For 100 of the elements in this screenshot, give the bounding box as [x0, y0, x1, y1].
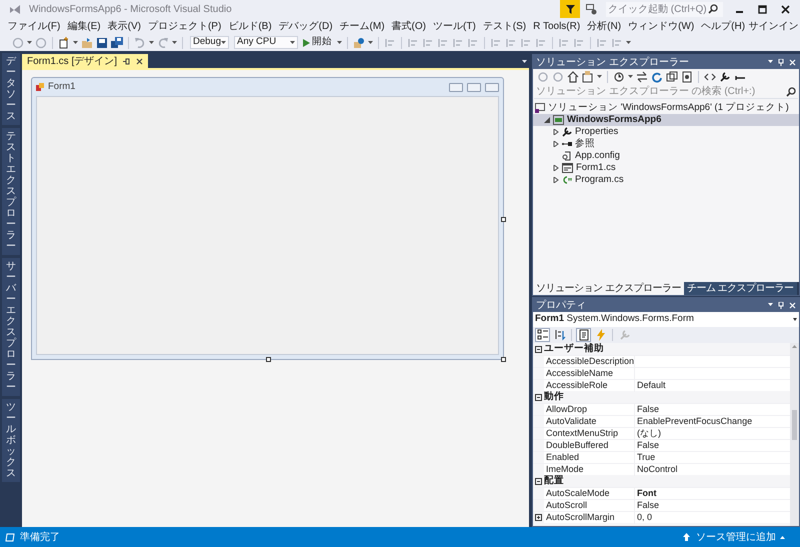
caret-icon[interactable]	[172, 40, 177, 44]
home-icon[interactable]	[567, 71, 579, 83]
collapsed-icon[interactable]	[553, 177, 559, 183]
menu-item[interactable]: 表示(V)	[104, 18, 144, 34]
show-files-icon[interactable]	[681, 71, 693, 83]
tree-item[interactable]: WindowsFormsApp6	[533, 114, 799, 126]
caret-icon[interactable]	[27, 40, 32, 44]
save-icon[interactable]	[96, 36, 108, 48]
feedback-icon[interactable]	[586, 4, 597, 14]
menu-item[interactable]: 分析(N)	[584, 18, 625, 34]
expanded-icon[interactable]	[544, 117, 550, 123]
tree-item[interactable]: 参照	[533, 138, 799, 150]
sign-in-link[interactable]: サインイン	[748, 18, 799, 34]
close-icon[interactable]	[136, 58, 144, 64]
caret-icon[interactable]	[290, 40, 295, 44]
dropdown-icon[interactable]	[522, 60, 527, 64]
side-tab[interactable]: サーバーエクスプローラー	[2, 258, 20, 396]
menu-item[interactable]: ウィンドウ(W)	[624, 18, 698, 34]
categorized-button[interactable]	[535, 328, 550, 342]
collapse-box-icon[interactable]	[535, 478, 542, 484]
object-selector[interactable]: Form1 System.Windows.Forms.Form	[533, 312, 799, 327]
menu-item[interactable]: 書式(O)	[388, 18, 430, 34]
collapsed-icon[interactable]	[553, 129, 559, 135]
platform-dropdown[interactable]: Any CPU	[234, 36, 298, 49]
property-row[interactable]: DoubleBuffered False	[533, 439, 790, 451]
side-tab[interactable]: データソース	[2, 53, 20, 125]
source-control-button[interactable]: ソース管理に追加	[696, 530, 776, 544]
side-tab[interactable]: テストエクスプローラー	[2, 128, 20, 255]
menu-item[interactable]: デバッグ(D)	[275, 18, 336, 34]
scroll-thumb[interactable]	[792, 410, 797, 440]
history-icon[interactable]	[613, 71, 625, 83]
collapse-box-icon[interactable]	[535, 394, 542, 400]
menu-item[interactable]: ファイル(F)	[4, 18, 64, 34]
caret-icon[interactable]	[628, 75, 633, 79]
properties-button[interactable]	[576, 328, 591, 342]
search-field[interactable]: ソリューション エクスプローラー の検索 (Ctrl+:)	[534, 85, 798, 99]
collapse-icon[interactable]	[666, 71, 678, 83]
switch-view-icon[interactable]	[582, 71, 594, 83]
tree-item[interactable]: App.config	[533, 150, 799, 162]
resize-handle[interactable]	[266, 357, 271, 362]
property-row[interactable]: AutoScroll False	[533, 499, 790, 511]
wrench-icon[interactable]	[719, 71, 731, 83]
property-row[interactable]: AccessibleName	[533, 367, 790, 379]
panel-tab[interactable]: ソリューション エクスプローラー	[533, 282, 684, 295]
refresh-icon[interactable]	[651, 71, 663, 83]
caret-icon[interactable]	[368, 40, 373, 44]
save-all-icon[interactable]	[111, 36, 123, 48]
quick-launch-field[interactable]: クイック起動 (Ctrl+Q)	[606, 2, 723, 16]
caret-icon[interactable]	[221, 40, 226, 44]
dropdown-icon[interactable]	[768, 60, 773, 64]
menu-item[interactable]: チーム(M)	[336, 18, 388, 34]
tree-item[interactable]: Form1.cs	[533, 162, 799, 174]
menu-item[interactable]: R Tools(R)	[530, 18, 584, 34]
sync-icon[interactable]	[636, 71, 648, 83]
close-icon[interactable]	[781, 4, 790, 14]
caret-icon[interactable]	[626, 40, 631, 44]
collapsed-icon[interactable]	[553, 141, 559, 147]
pin-icon[interactable]	[123, 58, 130, 64]
resize-handle[interactable]	[501, 357, 506, 362]
collapsed-icon[interactable]	[553, 165, 559, 171]
new-project-icon[interactable]	[58, 36, 70, 48]
caret-icon[interactable]	[793, 318, 797, 321]
property-row[interactable]: AllowDrop False	[533, 403, 790, 415]
code-view-icon[interactable]	[704, 71, 716, 83]
dropdown-icon[interactable]	[768, 303, 773, 307]
resize-handle[interactable]	[501, 217, 506, 222]
property-row[interactable]: ContextMenuStrip (なし)	[533, 427, 790, 439]
panel-tab[interactable]: チーム エクスプローラー	[684, 282, 797, 295]
folder-icon[interactable]	[81, 36, 93, 48]
menu-item[interactable]: ツール(T)	[430, 18, 480, 34]
find-icon[interactable]	[353, 36, 365, 48]
property-row[interactable]: AccessibleRole Default	[533, 379, 790, 391]
configuration-dropdown[interactable]: Debug	[190, 36, 229, 49]
tree-item[interactable]: Program.cs	[533, 174, 799, 186]
side-tab[interactable]: ツールボックス	[2, 399, 20, 482]
menu-item[interactable]: ヘルプ(H)	[698, 18, 749, 34]
property-pages-icon	[618, 329, 630, 341]
menu-item[interactable]: ビルド(B)	[224, 18, 276, 34]
caret-icon[interactable]	[149, 40, 154, 44]
start-button[interactable]: 開始	[301, 36, 334, 49]
property-row[interactable]: AutoScaleMode Font	[533, 487, 790, 499]
caret-icon[interactable]	[73, 40, 78, 44]
property-row[interactable]: Enabled True	[533, 451, 790, 463]
tree-item[interactable]: ソリューション 'WindowsFormsApp6' (1 プロジェクト)	[533, 102, 799, 114]
tree-item[interactable]: Properties	[533, 126, 799, 138]
menu-item[interactable]: 編集(E)	[64, 18, 104, 34]
property-row[interactable]: AutoValidate EnablePreventFocusChange	[533, 415, 790, 427]
filter-button[interactable]	[560, 0, 580, 18]
document-tab[interactable]: Form1.cs [デザイン]	[22, 54, 148, 68]
property-row[interactable]: ImeMode NoControl	[533, 463, 790, 475]
collapse-box-icon[interactable]	[535, 346, 542, 352]
caret-icon[interactable]	[337, 40, 342, 44]
caret-up-icon[interactable]	[780, 536, 785, 538]
menu-item[interactable]: プロジェクト(P)	[144, 18, 225, 34]
caret-icon[interactable]	[597, 75, 602, 79]
property-row[interactable]: AccessibleDescription	[533, 355, 790, 367]
scrollbar[interactable]	[790, 343, 799, 526]
maximize-icon[interactable]	[758, 4, 767, 14]
property-row[interactable]: AutoScrollMargin 0, 0	[533, 511, 790, 523]
menu-item[interactable]: テスト(S)	[479, 18, 530, 34]
